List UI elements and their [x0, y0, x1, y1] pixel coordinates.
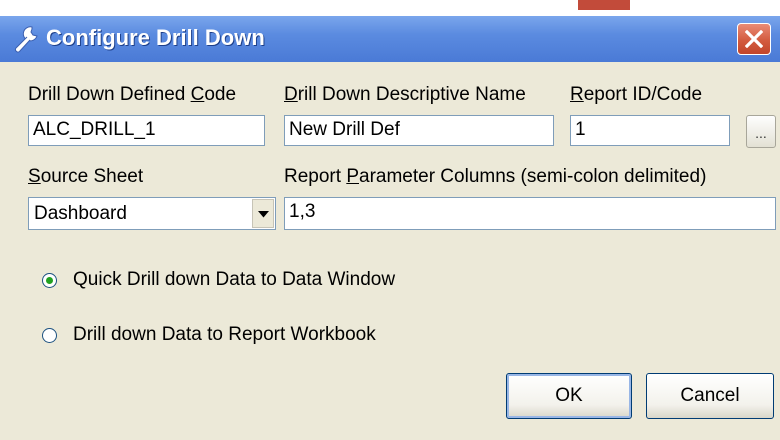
descriptive-name-input[interactable]: New Drill Def — [284, 115, 554, 146]
wrench-icon — [12, 24, 42, 54]
source-sheet-value: Dashboard — [34, 203, 127, 224]
report-id-label: Report ID/Code — [570, 84, 703, 105]
source-sheet-select[interactable]: Dashboard — [28, 197, 276, 230]
radio-label: Quick Drill down Data to Data Window — [73, 269, 396, 290]
defined-code-label: Drill Down Defined Code — [28, 84, 237, 105]
chevron-down-icon — [258, 211, 269, 218]
param-columns-label: Report Parameter Columns (semi-colon del… — [284, 166, 707, 187]
radio-button[interactable] — [42, 327, 57, 343]
radio-report-workbook[interactable]: Drill down Data to Report Workbook — [42, 324, 376, 346]
report-id-input[interactable]: 1 — [570, 115, 730, 146]
param-columns-input[interactable]: 1,3 — [284, 197, 776, 230]
radio-quick-drill[interactable]: Quick Drill down Data to Data Window — [42, 269, 395, 291]
defined-code-input[interactable]: ALC_DRILL_1 — [28, 115, 265, 146]
browse-button[interactable]: ... — [746, 115, 776, 148]
background-window-strip — [0, 0, 780, 16]
close-button[interactable] — [737, 23, 771, 55]
source-sheet-label: Source Sheet — [28, 166, 144, 187]
window-title: Configure Drill Down — [46, 25, 265, 50]
title-bar: Configure Drill Down — [0, 16, 780, 62]
dropdown-button[interactable] — [252, 199, 274, 228]
radio-button[interactable] — [42, 272, 57, 288]
radio-label: Drill down Data to Report Workbook — [73, 324, 376, 345]
ok-button[interactable]: OK — [506, 373, 632, 419]
descriptive-name-label: Drill Down Descriptive Name — [284, 84, 526, 105]
dialog-body: Drill Down Defined Code ALC_DRILL_1 Dril… — [0, 62, 780, 440]
background-fragment — [578, 0, 630, 10]
close-icon — [745, 30, 763, 48]
cancel-button[interactable]: Cancel — [646, 373, 774, 419]
